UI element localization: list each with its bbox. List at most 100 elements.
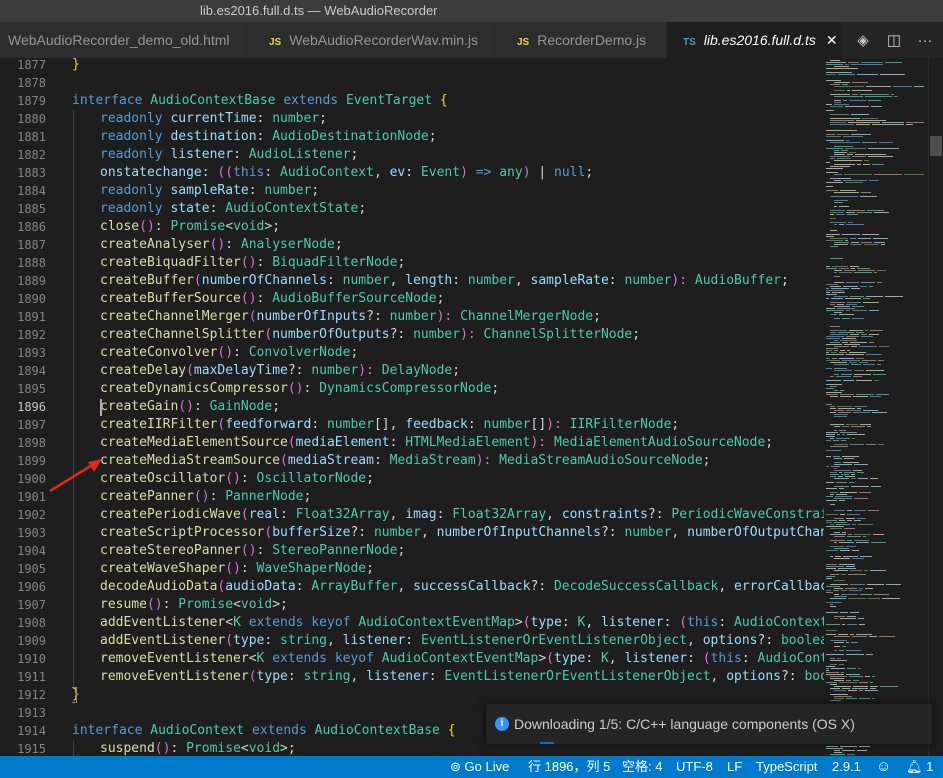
code-line[interactable]: createPanner(): PannerNode; bbox=[100, 488, 311, 506]
line-number[interactable]: 1883 bbox=[0, 164, 46, 182]
line-number[interactable]: 1909 bbox=[0, 632, 46, 650]
line-number[interactable]: 1905 bbox=[0, 560, 46, 578]
language-mode[interactable]: TypeScript bbox=[756, 756, 817, 778]
code-line[interactable]: readonly destination: AudioDestinationNo… bbox=[100, 128, 437, 146]
line-number[interactable]: 1877 bbox=[0, 58, 46, 74]
line-number[interactable]: 1891 bbox=[0, 308, 46, 326]
line-number[interactable]: 1914 bbox=[0, 722, 46, 740]
line-number[interactable]: 1904 bbox=[0, 542, 46, 560]
line-number[interactable]: 1911 bbox=[0, 668, 46, 686]
code-line[interactable]: createAnalyser(): AnalyserNode; bbox=[100, 236, 343, 254]
line-number[interactable]: 1881 bbox=[0, 128, 46, 146]
split-editor-icon[interactable]: ◫ bbox=[882, 28, 906, 52]
code-line[interactable]: createMediaStreamSource(mediaStream: Med… bbox=[100, 452, 711, 470]
end-of-line[interactable]: LF bbox=[727, 756, 742, 778]
code-line[interactable]: createWaveShaper(): WaveShaperNode; bbox=[100, 560, 374, 578]
code-line[interactable]: createPeriodicWave(real: Float32Array, i… bbox=[100, 506, 824, 524]
code-line[interactable]: readonly currentTime: number; bbox=[100, 110, 327, 128]
line-number[interactable]: 1912 bbox=[0, 686, 46, 704]
line-number[interactable]: 1882 bbox=[0, 146, 46, 164]
line-number[interactable]: 1896 bbox=[0, 398, 46, 416]
line-number-gutter[interactable]: 1877 1878 1879 1880 1881 1882 1883 1884 1885 1886… bbox=[0, 58, 62, 756]
code-line[interactable]: createConvolver(): ConvolverNode; bbox=[100, 344, 358, 362]
code-line[interactable]: removeEventListener(type: string, listen… bbox=[100, 668, 824, 686]
code-line[interactable]: createStereoPanner(): StereoPannerNode; bbox=[100, 542, 405, 560]
code-line[interactable]: createChannelSplitter(numberOfOutputs?: … bbox=[100, 326, 640, 344]
code-line[interactable]: interface AudioContext extends AudioCont… bbox=[72, 722, 456, 740]
typescript-version[interactable]: 2.9.1 bbox=[832, 756, 861, 778]
code-line[interactable]: createChannelMerger(numberOfInputs?: num… bbox=[100, 308, 601, 326]
vertical-scrollbar[interactable] bbox=[928, 58, 943, 756]
code-line[interactable]: interface AudioContextBase extends Event… bbox=[72, 92, 448, 110]
download-notification[interactable]: i Downloading 1/5: C/C++ language compon… bbox=[486, 704, 932, 744]
line-number[interactable]: 1893 bbox=[0, 344, 46, 362]
line-number[interactable]: 1889 bbox=[0, 272, 46, 290]
code-line[interactable]: createBiquadFilter(): BiquadFilterNode; bbox=[100, 254, 405, 272]
line-number[interactable]: 1888 bbox=[0, 254, 46, 272]
close-icon[interactable]: ✕ bbox=[826, 32, 838, 48]
line-number[interactable]: 1895 bbox=[0, 380, 46, 398]
line-number[interactable]: 1899 bbox=[0, 452, 46, 470]
line-number[interactable]: 1887 bbox=[0, 236, 46, 254]
line-number[interactable]: 1886 bbox=[0, 218, 46, 236]
code-line[interactable]: createScriptProcessor(bufferSize?: numbe… bbox=[100, 524, 824, 542]
code-line[interactable]: createMediaElementSource(mediaElement: H… bbox=[100, 434, 773, 452]
code-editor[interactable]: 1877 1878 1879 1880 1881 1882 1883 1884 1885 1886… bbox=[0, 58, 943, 756]
scrollbar-thumb[interactable] bbox=[930, 136, 942, 156]
line-number[interactable]: 1897 bbox=[0, 416, 46, 434]
tab-webaudiorecorderwav-min[interactable]: JS WebAudioRecorderWav.min.js bbox=[247, 22, 495, 58]
line-number[interactable]: 1910 bbox=[0, 650, 46, 668]
line-number[interactable]: 1902 bbox=[0, 506, 46, 524]
line-number[interactable]: 1907 bbox=[0, 596, 46, 614]
code-line[interactable]: addEventListener(type: string, listener:… bbox=[100, 632, 824, 650]
line-number[interactable]: 1892 bbox=[0, 326, 46, 344]
line-number[interactable]: 1901 bbox=[0, 488, 46, 506]
code-line[interactable]: decodeAudioData(audioData: ArrayBuffer, … bbox=[100, 578, 824, 596]
line-number[interactable]: 1890 bbox=[0, 290, 46, 308]
notifications-button[interactable]: 🔔︎ 1 bbox=[906, 756, 933, 778]
line-number[interactable]: 1879 bbox=[0, 92, 46, 110]
code-line[interactable]: addEventListener<K extends keyof AudioCo… bbox=[100, 614, 824, 632]
minimap-line bbox=[835, 556, 841, 557]
line-number[interactable]: 1906 bbox=[0, 578, 46, 596]
tab-webaudiorecorder-demo-old[interactable]: WebAudioRecorder_demo_old.html bbox=[0, 22, 247, 58]
tab-recorderdemo[interactable]: JS RecorderDemo.js bbox=[495, 22, 667, 58]
line-number[interactable]: 1894 bbox=[0, 362, 46, 380]
code-line[interactable]: readonly listener: AudioListener; bbox=[100, 146, 358, 164]
code-line[interactable]: } bbox=[72, 58, 80, 74]
code-line[interactable]: close(): Promise<void>; bbox=[100, 218, 280, 236]
code-line[interactable]: createGain(): GainNode; bbox=[100, 398, 280, 416]
code-line[interactable]: createDynamicsCompressor(): DynamicsComp… bbox=[100, 380, 499, 398]
code-line[interactable]: onstatechange: ((this: AudioContext, ev:… bbox=[100, 164, 593, 182]
code-line[interactable]: resume(): Promise<void>; bbox=[100, 596, 288, 614]
code-line[interactable]: createBufferSource(): AudioBufferSourceN… bbox=[100, 290, 444, 308]
code-line[interactable]: readonly state: AudioContextState; bbox=[100, 200, 366, 218]
tab-lib-es2016-full[interactable]: TS lib.es2016.full.d.ts ✕ bbox=[667, 22, 843, 58]
code-area[interactable]: } interface AudioContextBase extends Even… bbox=[72, 58, 824, 756]
line-number[interactable]: 1900 bbox=[0, 470, 46, 488]
minimap[interactable] bbox=[824, 58, 928, 756]
line-number[interactable]: 1884 bbox=[0, 182, 46, 200]
line-number[interactable]: 1915 bbox=[0, 740, 46, 756]
code-line[interactable]: removeEventListener< K extends keyof Audi… bbox=[100, 650, 824, 668]
line-number[interactable]: 1908 bbox=[0, 614, 46, 632]
encoding[interactable]: UTF-8 bbox=[676, 756, 713, 778]
more-actions-icon[interactable]: ··· bbox=[913, 28, 937, 52]
indentation[interactable]: 空格: 4 bbox=[622, 756, 662, 778]
code-line[interactable]: createBuffer(numberOfChannels: number, l… bbox=[100, 272, 789, 290]
code-line[interactable]: createOscillator(): OscillatorNode; bbox=[100, 470, 374, 488]
line-number[interactable]: 1898 bbox=[0, 434, 46, 452]
code-line[interactable]: createIIRFilter(feedforward: number[], f… bbox=[100, 416, 679, 434]
code-line[interactable]: createDelay(maxDelayTime?: number): Dela… bbox=[100, 362, 460, 380]
smiley-icon[interactable]: ☺ bbox=[876, 756, 891, 778]
line-number[interactable]: 1878 bbox=[0, 74, 46, 92]
cursor-position[interactable]: 行 1896，列 5 bbox=[528, 756, 610, 778]
line-number[interactable]: 1903 bbox=[0, 524, 46, 542]
code-line[interactable]: readonly sampleRate: number; bbox=[100, 182, 319, 200]
line-number[interactable]: 1880 bbox=[0, 110, 46, 128]
go-live-button[interactable]: ⊚ Go Live bbox=[450, 756, 509, 778]
git-compare-icon[interactable]: ◈ bbox=[851, 28, 875, 52]
line-number[interactable]: 1913 bbox=[0, 704, 46, 722]
line-number[interactable]: 1885 bbox=[0, 200, 46, 218]
code-line[interactable]: suspend(): Promise<void>; bbox=[100, 740, 296, 756]
